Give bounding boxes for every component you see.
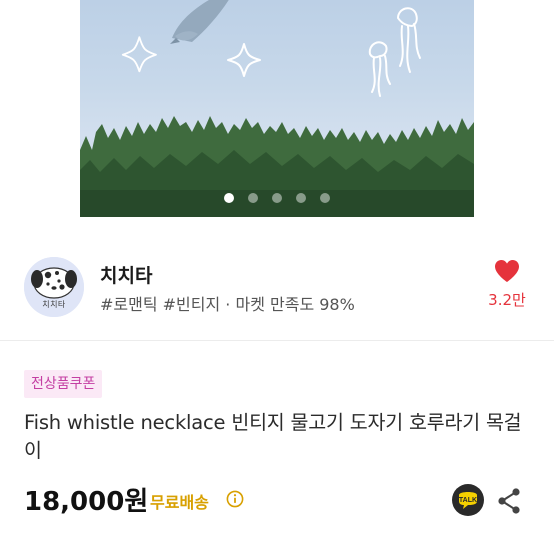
share-icon[interactable] (496, 487, 522, 515)
jellyfish-doodles (368, 7, 421, 97)
like-button[interactable]: 3.2만 (484, 259, 530, 310)
carousel-dot-3[interactable] (272, 193, 282, 203)
carousel-dot-1[interactable] (224, 193, 234, 203)
talk-label: TALK (459, 497, 477, 504)
shop-info-row[interactable]: 치치타 치치타 #로맨틱 #빈티지 · 마켓 만족도 98% 3.2만 (24, 257, 530, 319)
fish-whistle-illustration (170, 0, 229, 44)
shop-avatar[interactable]: 치치타 (24, 257, 84, 317)
like-count: 3.2만 (488, 291, 526, 309)
section-divider (0, 340, 554, 341)
carousel-dot-4[interactable] (296, 193, 306, 203)
carousel-dot-5[interactable] (320, 193, 330, 203)
avatar-handwritten-text: 치치타 (42, 300, 66, 309)
carousel-dot-2[interactable] (248, 193, 258, 203)
info-icon[interactable] (226, 490, 244, 508)
shop-name[interactable]: 치치타 (100, 261, 152, 288)
product-price: 18,000원 (24, 487, 149, 517)
shop-tags-and-rating: #로맨틱 #빈티지 · 마켓 만족도 98% (100, 295, 355, 314)
coupon-badge[interactable]: 전상품쿠폰 (24, 370, 103, 398)
heart-icon (495, 260, 519, 282)
talk-chat-icon: TALK (452, 484, 484, 516)
product-title: Fish whistle necklace 빈티지 물고기 도자기 호루라기 목… (24, 411, 522, 462)
product-photo (80, 0, 474, 217)
free-shipping-label: 무료배송 (150, 493, 209, 512)
carousel-indicator (80, 193, 474, 203)
product-image-carousel[interactable] (80, 0, 474, 217)
talk-chat-button[interactable]: TALK (451, 483, 485, 517)
sparkle-doodles (121, 36, 261, 77)
